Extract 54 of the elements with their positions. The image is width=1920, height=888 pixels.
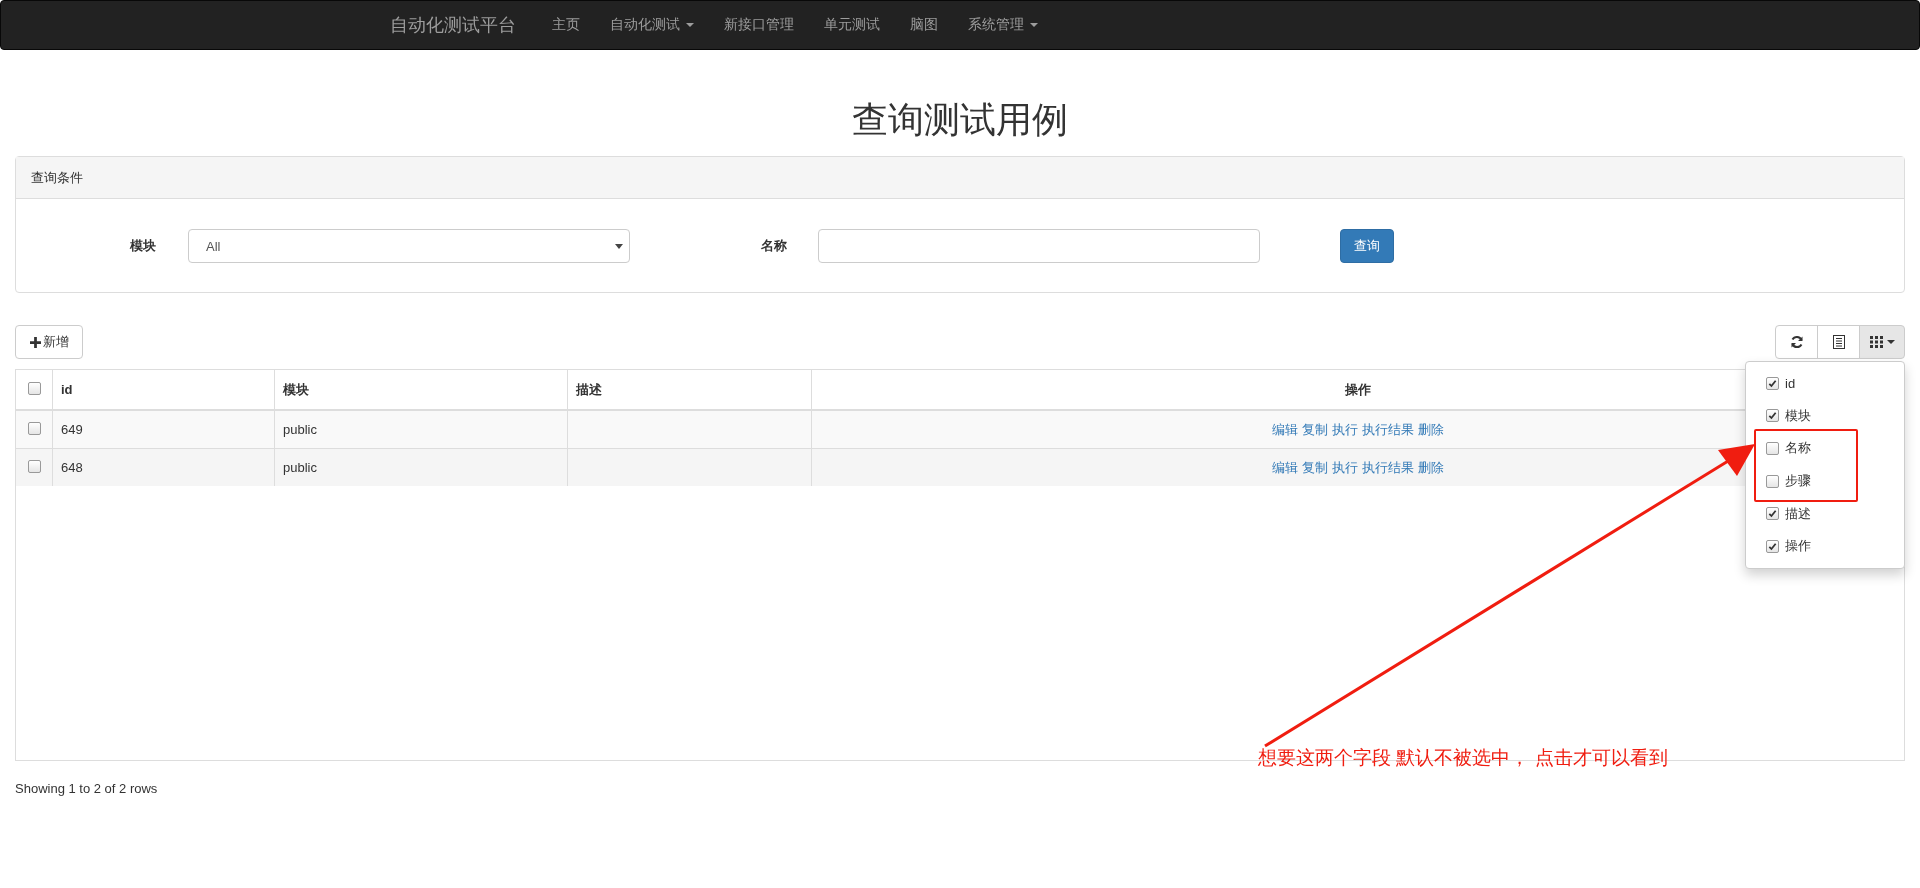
action-link[interactable]: 编辑 <box>1272 458 1298 477</box>
action-link[interactable]: 执行结果 <box>1362 458 1414 477</box>
action-link[interactable]: 执行 <box>1332 458 1358 477</box>
checkbox[interactable] <box>1766 539 1779 553</box>
action-link[interactable]: 执行结果 <box>1362 420 1414 439</box>
row-checkbox[interactable] <box>27 459 41 473</box>
action-link[interactable]: 执行 <box>1332 420 1358 439</box>
search-button[interactable]: 查询 <box>1340 229 1394 263</box>
plus-icon <box>29 336 41 348</box>
nav-link[interactable]: 系统管理 <box>968 16 1038 34</box>
add-button[interactable]: 新增 <box>15 325 83 359</box>
table-cell: 649 <box>52 410 275 449</box>
nav-link[interactable]: 新接口管理 <box>724 16 794 34</box>
panel-heading: 查询条件 <box>31 168 83 187</box>
column-toggle[interactable]: 操作 <box>1746 529 1904 563</box>
column-toggle[interactable]: 步骤 <box>1746 464 1904 498</box>
nav-link[interactable]: 自动化测试 <box>610 16 694 34</box>
caret-icon <box>1886 340 1895 344</box>
brand-link[interactable]: 自动化测试平台 <box>390 13 516 37</box>
action-link[interactable]: 复制 <box>1302 458 1328 477</box>
nav-link[interactable]: 单元测试 <box>824 16 880 34</box>
grid-icon <box>1869 336 1883 348</box>
columns-button[interactable] <box>1859 325 1905 359</box>
checkbox[interactable] <box>1766 376 1779 390</box>
nav-link[interactable]: 脑图 <box>910 16 938 34</box>
checkbox[interactable] <box>1766 474 1779 488</box>
checkbox[interactable] <box>1766 507 1779 521</box>
row-checkbox[interactable] <box>27 421 41 435</box>
action-link[interactable]: 复制 <box>1302 420 1328 439</box>
module-select[interactable]: All <box>188 229 630 263</box>
checkbox[interactable] <box>1766 409 1779 423</box>
table-cell: public <box>274 410 568 449</box>
toggle-view-button[interactable] <box>1817 325 1860 359</box>
refresh-button[interactable] <box>1775 325 1818 359</box>
list-icon <box>1832 335 1845 349</box>
action-link[interactable]: 编辑 <box>1272 420 1298 439</box>
checkbox[interactable] <box>1766 442 1779 455</box>
annotation-text: 想要这两个字段 默认不被选中， 点击才可以看到 <box>1258 746 1668 770</box>
action-link[interactable]: 删除 <box>1418 420 1444 439</box>
table-cell: 648 <box>52 448 275 486</box>
module-label: 模块 <box>130 237 157 255</box>
column-toggle[interactable]: 名称 <box>1746 432 1904 465</box>
table-cell: public <box>274 448 568 486</box>
select-all-checkbox[interactable] <box>27 381 41 395</box>
column-toggle[interactable]: 描述 <box>1746 497 1904 530</box>
pagination-summary: Showing 1 to 2 of 2 rows <box>15 781 159 796</box>
nav-link[interactable]: 主页 <box>552 16 580 34</box>
action-link[interactable]: 删除 <box>1418 458 1444 477</box>
dropdown-arrow-icon <box>615 244 623 249</box>
name-input-field[interactable] <box>818 229 1260 263</box>
refresh-icon <box>1789 335 1804 349</box>
name-label: 名称 <box>761 237 788 255</box>
column-toggle[interactable]: id <box>1746 367 1904 400</box>
page-title: 查询测试用例 <box>851 98 1069 142</box>
